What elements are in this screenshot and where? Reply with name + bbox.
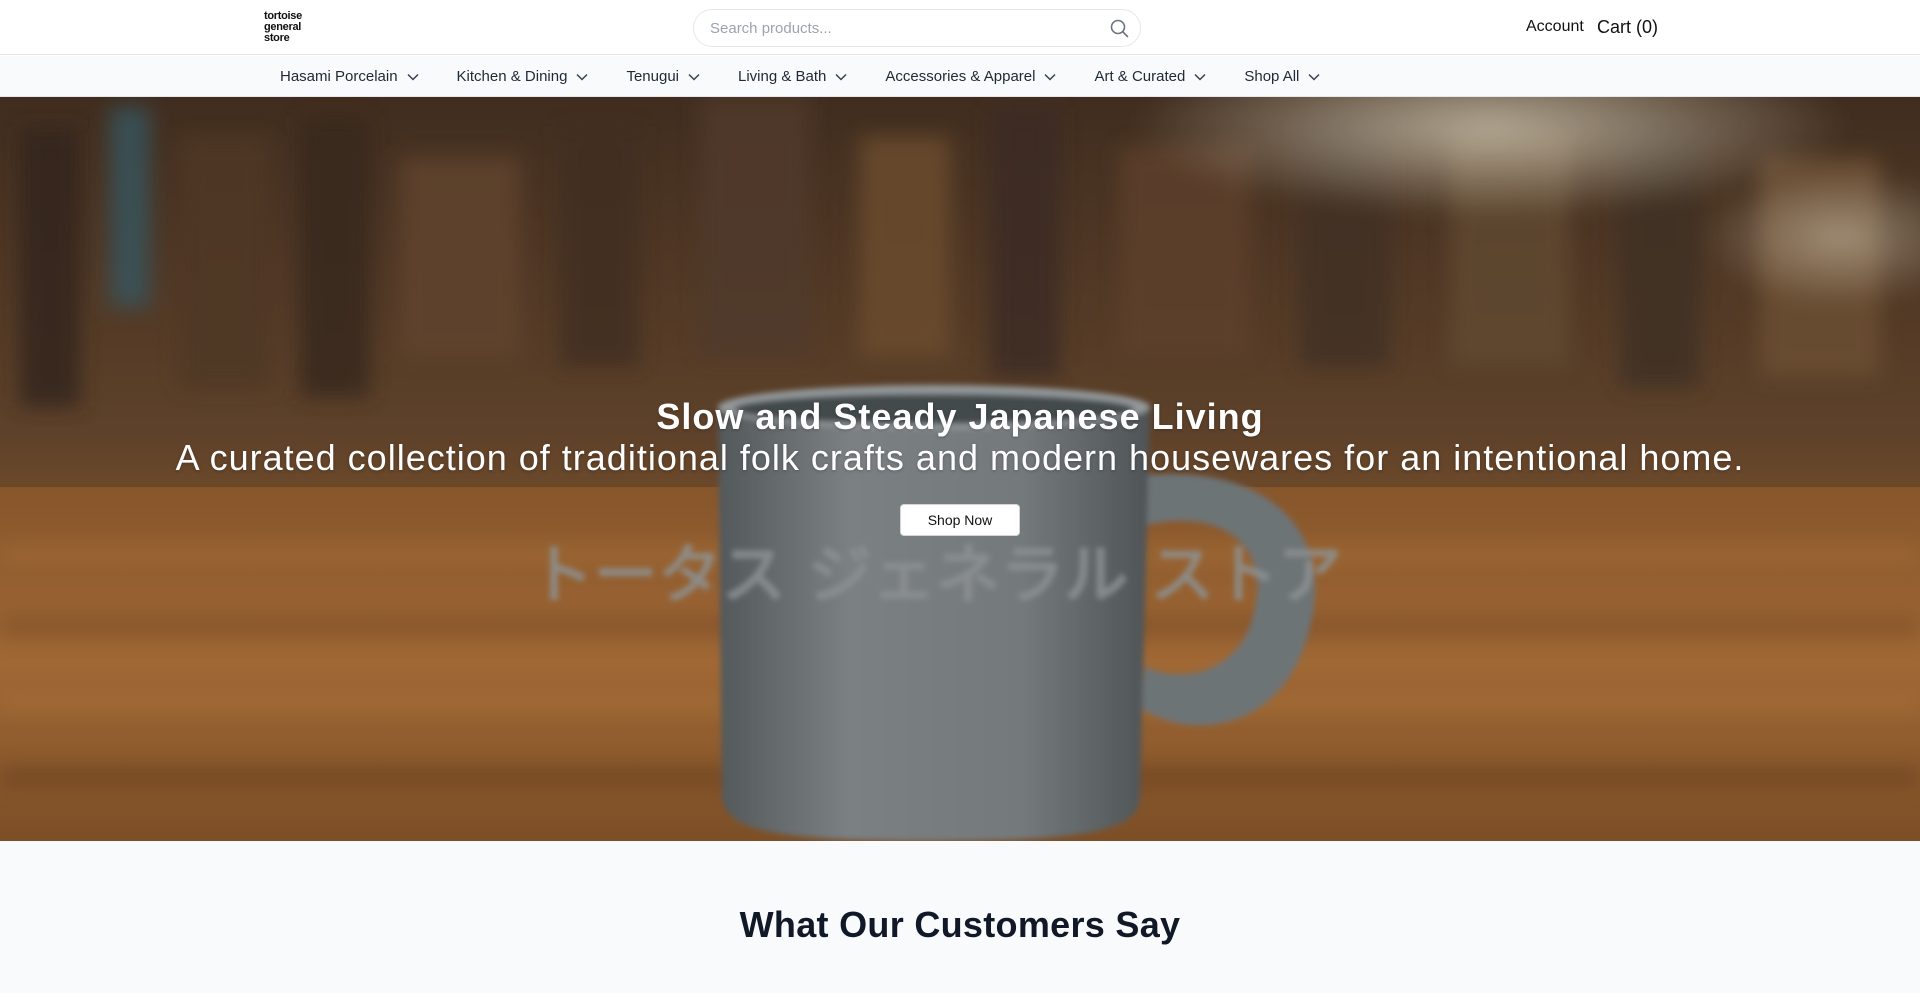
chevron-down-icon [688, 73, 700, 81]
section-heading: What Our Customers Say [739, 904, 1181, 945]
chevron-down-icon [1044, 73, 1056, 81]
nav-item-tenugui[interactable]: Tenugui [626, 68, 700, 85]
account-link[interactable]: Account [1526, 18, 1584, 36]
nav-item-shop-all[interactable]: Shop All [1244, 68, 1320, 85]
hero-text: Slow and Steady Japanese Living A curate… [0, 397, 1920, 478]
chevron-down-icon [407, 73, 419, 81]
search-icon[interactable] [1108, 18, 1130, 40]
hero-subtitle: A curated collection of traditional folk… [175, 437, 1745, 478]
nav-item-label: Art & Curated [1094, 68, 1186, 85]
chevron-down-icon [1194, 73, 1206, 81]
site-header: tortoise general store Account Cart (0) [0, 0, 1920, 55]
nav-item-accessories-apparel[interactable]: Accessories & Apparel [885, 68, 1056, 85]
search-box [693, 9, 1141, 47]
store-logo[interactable]: tortoise general store [264, 11, 312, 44]
chevron-down-icon [1308, 73, 1320, 81]
testimonials-section: What Our Customers Say [0, 841, 1920, 993]
nav-item-label: Tenugui [626, 68, 679, 85]
nav-item-label: Accessories & Apparel [885, 68, 1036, 85]
shop-now-button[interactable]: Shop Now [900, 504, 1020, 536]
chevron-down-icon [576, 73, 588, 81]
nav-item-living-bath[interactable]: Living & Bath [738, 68, 847, 85]
category-nav-list: Hasami Porcelain Kitchen & Dining Tenugu… [280, 56, 1358, 97]
category-nav: Hasami Porcelain Kitchen & Dining Tenugu… [0, 56, 1920, 97]
chevron-down-icon [835, 73, 847, 81]
logo-line-3: store [264, 32, 290, 44]
cart-link[interactable]: Cart (0) [1597, 17, 1658, 38]
nav-item-label: Living & Bath [738, 68, 827, 85]
nav-item-kitchen-dining[interactable]: Kitchen & Dining [457, 68, 589, 85]
nav-item-label: Kitchen & Dining [456, 68, 568, 85]
nav-item-label: Hasami Porcelain [280, 68, 398, 85]
hero-banner: トータス ジェネラル ストア Slow and Steady Japanese … [0, 97, 1920, 841]
nav-item-art-curated[interactable]: Art & Curated [1094, 68, 1206, 85]
nav-item-hasami-porcelain[interactable]: Hasami Porcelain [280, 68, 419, 85]
hero-title: Slow and Steady Japanese Living [656, 396, 1264, 437]
nav-item-label: Shop All [1244, 68, 1300, 85]
search-input[interactable] [710, 10, 1090, 46]
